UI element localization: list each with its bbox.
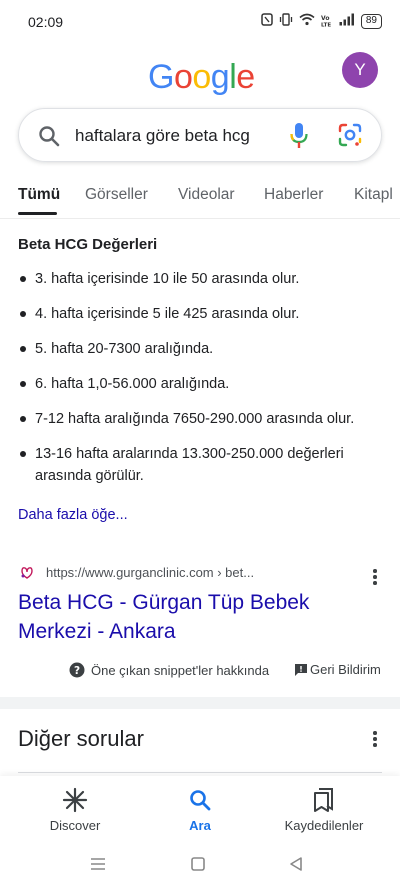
search-box[interactable] <box>18 108 382 162</box>
list-item: 6. hafta 1,0-56.000 aralığında. <box>18 373 382 395</box>
nav-saved-label: Kaydedilenler <box>284 818 364 833</box>
battery-level: 89 <box>365 15 377 26</box>
about-snippets-button[interactable]: ? Öne çıkan snippet'ler hakkında <box>69 662 269 678</box>
more-items-link[interactable]: Daha fazla öğe... <box>18 507 128 523</box>
status-icons: Vo LTE 89 <box>261 13 382 29</box>
back-icon[interactable] <box>288 856 304 877</box>
help-icon: ? <box>69 662 85 678</box>
list-item: 5. hafta 20-7300 aralığında. <box>18 338 382 360</box>
result-title-link[interactable]: Beta HCG - Gürgan Tüp Bebek Merkezi - An… <box>18 588 358 646</box>
snippet-title: Beta HCG Değerleri <box>18 236 158 253</box>
nav-search[interactable]: Ara <box>140 786 260 833</box>
result-url[interactable]: https://www.gurganclinic.com › bet... <box>46 565 254 580</box>
wifi-icon <box>299 13 315 29</box>
tab-videos[interactable]: Videolar <box>178 186 235 204</box>
avatar-letter: Y <box>354 60 366 79</box>
section-divider <box>0 697 400 709</box>
tab-images[interactable]: Görseller <box>85 186 148 204</box>
bottom-navigation: Discover Ara Kaydedilenler <box>0 776 400 844</box>
nav-search-label: Ara <box>189 818 211 833</box>
logo-letter: l <box>229 58 237 96</box>
search-icon[interactable] <box>37 124 61 153</box>
list-item: 3. hafta içerisinde 10 ile 50 arasında o… <box>18 268 382 290</box>
tab-books[interactable]: Kitapl <box>354 186 393 204</box>
nav-discover[interactable]: Discover <box>15 786 135 833</box>
google-logo[interactable]: Google <box>148 58 255 97</box>
snippet-list: 3. hafta içerisinde 10 ile 50 arasında o… <box>18 268 382 487</box>
svg-text:?: ? <box>74 665 80 677</box>
discover-asterisk-icon <box>15 786 135 814</box>
vibrate-icon <box>279 13 293 29</box>
about-row: ? Öne çıkan snippet'ler hakkında Geri Bi… <box>0 662 400 682</box>
google-lens-icon[interactable] <box>337 122 363 153</box>
microphone-icon[interactable] <box>287 121 311 156</box>
logo-letter: G <box>148 58 174 96</box>
search-tabs: Tümü Görseller Videolar Haberler Kitapl <box>0 186 400 218</box>
volte-icon: Vo LTE <box>321 14 333 29</box>
status-time: 02:09 <box>28 14 64 30</box>
feedback-label: Geri Bildirim <box>310 662 381 677</box>
list-item: 13-16 hafta aralarında 13.300-250.000 de… <box>18 443 382 487</box>
feedback-button[interactable]: Geri Bildirim <box>294 662 381 677</box>
svg-text:LTE: LTE <box>321 22 331 27</box>
nav-discover-label: Discover <box>49 818 101 833</box>
logo-letter: o <box>192 58 211 96</box>
other-questions-divider <box>18 772 382 773</box>
result-more-options-icon[interactable] <box>373 569 377 587</box>
nav-saved[interactable]: Kaydedilenler <box>264 786 384 833</box>
tab-news[interactable]: Haberler <box>264 186 323 204</box>
logo-letter: o <box>173 58 193 96</box>
logo-letter: e <box>236 58 255 96</box>
logo-letter: g <box>210 58 230 96</box>
other-questions-more-icon[interactable] <box>373 731 377 749</box>
bookmarks-icon <box>264 786 384 814</box>
about-snippets-label: Öne çıkan snippet'ler hakkında <box>91 662 270 678</box>
feedback-icon <box>295 663 307 676</box>
other-questions-title: Diğer sorular <box>18 726 144 751</box>
tab-all[interactable]: Tümü <box>18 186 60 204</box>
nfc-icon <box>261 13 273 29</box>
home-icon[interactable] <box>190 856 206 877</box>
list-item: 4. hafta içerisinde 5 ile 425 arasında o… <box>18 303 382 325</box>
account-avatar[interactable]: Y <box>342 52 378 88</box>
search-icon <box>140 786 260 814</box>
tabs-divider <box>0 218 400 219</box>
svg-text:Vo: Vo <box>321 15 329 22</box>
active-tab-indicator <box>18 212 57 215</box>
list-item: 7-12 hafta aralığında 7650-290.000 arası… <box>18 408 382 430</box>
status-bar: 02:09 Vo LTE 89 <box>0 0 400 44</box>
menu-icon[interactable] <box>90 856 106 877</box>
site-favicon-icon <box>18 564 36 587</box>
battery-icon: 89 <box>360 13 382 29</box>
search-input[interactable] <box>75 124 285 148</box>
cellular-signal-icon <box>339 13 355 29</box>
system-navigation-bar <box>0 844 400 888</box>
